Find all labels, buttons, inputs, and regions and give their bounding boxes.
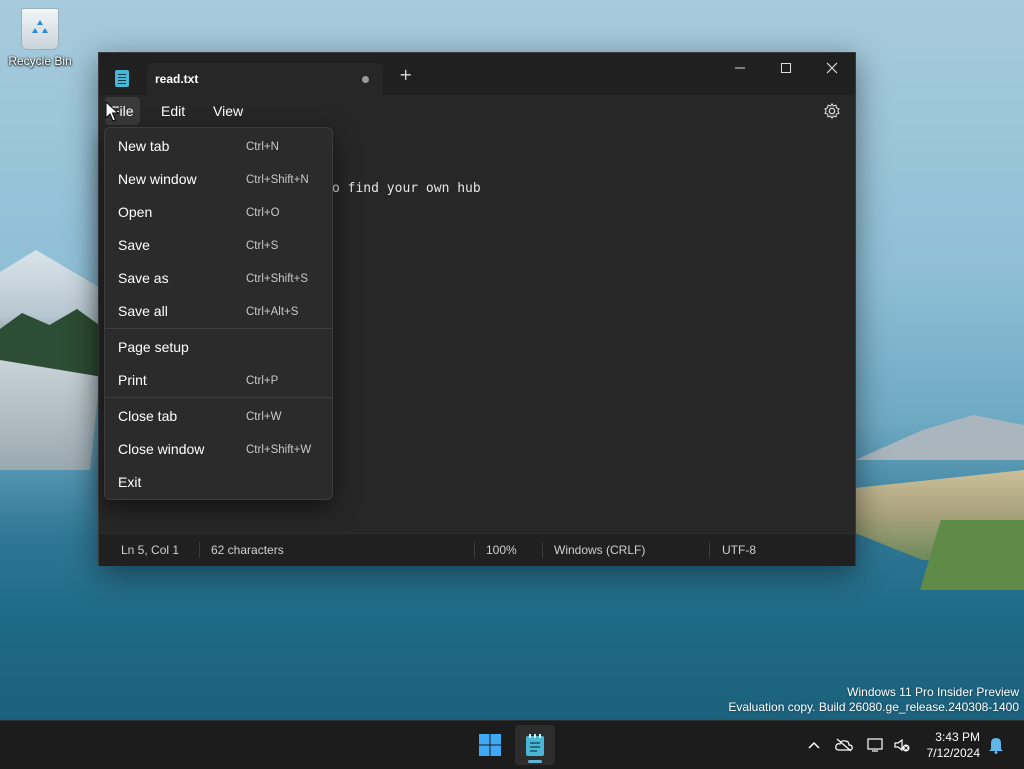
menu-item-label: New window [118, 171, 197, 187]
menu-item-close-window[interactable]: Close window Ctrl+Shift+W [105, 433, 332, 466]
menu-item-shortcut: Ctrl+Shift+S [246, 273, 308, 285]
menu-item-label: Open [118, 204, 153, 220]
clock-date: 7/12/2024 [926, 746, 980, 760]
menu-item-label: Close window [118, 441, 205, 457]
start-button[interactable] [470, 725, 510, 765]
menu-item-shortcut: Ctrl+N [246, 141, 279, 153]
menu-item-shortcut: Ctrl+Shift+W [246, 444, 312, 456]
taskbar: 3:43 PM 7/12/2024 [0, 720, 1024, 769]
menu-separator [105, 397, 332, 398]
windows-evaluation-watermark: Windows 11 Pro Insider Preview Evaluatio… [728, 685, 1019, 715]
watermark-line-1: Windows 11 Pro Insider Preview [847, 685, 1019, 699]
menu-item-label: Close tab [118, 408, 178, 424]
editor-visible-text: o find your own hub [332, 181, 481, 196]
show-hidden-icons-chevron-icon[interactable] [804, 735, 824, 755]
network-icon[interactable] [866, 735, 886, 755]
status-cursor-position: Ln 5, Col 1 [121, 543, 180, 557]
windows-logo-icon [479, 734, 501, 756]
tab-read-txt[interactable]: read.txt [147, 63, 383, 95]
menu-item-label: New tab [118, 138, 170, 154]
notepad-icon [526, 734, 544, 756]
file-menu-dropdown: New tab Ctrl+N New window Ctrl+Shift+N O… [104, 127, 333, 500]
menu-item-new-window[interactable]: New window Ctrl+Shift+N [105, 163, 332, 196]
recycle-bin-icon [21, 8, 59, 50]
recycle-bin-desktop-icon[interactable]: Recycle Bin [6, 8, 74, 68]
menu-item-open[interactable]: Open Ctrl+O [105, 196, 332, 229]
recycle-bin-label: Recycle Bin [8, 54, 72, 68]
status-divider [709, 542, 710, 558]
menu-item-shortcut: Ctrl+P [246, 375, 279, 387]
menu-item-label: Save as [118, 270, 169, 286]
volume-muted-icon[interactable] [892, 735, 912, 755]
menu-item-shortcut: Ctrl+W [246, 411, 282, 423]
title-bar[interactable]: read.txt + [99, 53, 855, 95]
taskbar-notepad-button[interactable] [515, 725, 555, 765]
menu-view[interactable]: View [213, 103, 243, 119]
menu-item-label: Save all [118, 303, 168, 319]
status-bar: Ln 5, Col 1 62 characters 100% Windows (… [99, 533, 855, 566]
menu-item-close-tab[interactable]: Close tab Ctrl+W [105, 400, 332, 433]
status-zoom[interactable]: 100% [486, 543, 517, 557]
menu-item-shortcut: Ctrl+Shift+N [246, 174, 309, 186]
status-divider [474, 542, 475, 558]
close-icon [826, 62, 838, 74]
running-indicator [528, 760, 542, 763]
menu-item-new-tab[interactable]: New tab Ctrl+N [105, 130, 332, 163]
minimize-icon [735, 67, 745, 69]
menu-item-label: Exit [118, 474, 142, 490]
notepad-app-icon [115, 70, 129, 87]
menu-item-page-setup[interactable]: Page setup [105, 331, 332, 364]
status-divider [199, 542, 200, 558]
menu-item-exit[interactable]: Exit [105, 466, 332, 499]
menu-item-save-as[interactable]: Save as Ctrl+Shift+S [105, 262, 332, 295]
menu-separator [105, 328, 332, 329]
minimize-button[interactable] [717, 53, 763, 83]
menu-bar: File Edit View [99, 95, 855, 127]
menu-item-label: Save [118, 237, 150, 253]
menu-item-save[interactable]: Save Ctrl+S [105, 229, 332, 262]
menu-item-save-all[interactable]: Save all Ctrl+Alt+S [105, 295, 332, 328]
tab-title: read.txt [155, 72, 199, 86]
maximize-button[interactable] [763, 53, 809, 83]
menu-item-shortcut: Ctrl+Alt+S [246, 306, 299, 318]
close-button[interactable] [809, 53, 855, 83]
menu-item-label: Print [118, 372, 147, 388]
status-divider [542, 542, 543, 558]
mouse-pointer-icon [105, 101, 119, 122]
menu-edit[interactable]: Edit [161, 103, 185, 119]
onedrive-offline-icon[interactable] [834, 735, 854, 755]
maximize-icon [781, 63, 791, 73]
menu-item-shortcut: Ctrl+S [246, 240, 279, 252]
unsaved-changes-dot-icon[interactable] [362, 76, 369, 83]
notification-bell-icon[interactable] [986, 735, 1006, 755]
menu-item-label: Page setup [118, 339, 189, 355]
desktop-wallpaper-rocks-left [0, 360, 100, 470]
desktop-wallpaper-mountain-right [855, 415, 1024, 460]
settings-gear-icon[interactable] [823, 102, 841, 120]
new-tab-plus-icon[interactable]: + [399, 67, 412, 83]
clock-time: 3:43 PM [935, 730, 980, 744]
status-line-ending[interactable]: Windows (CRLF) [554, 543, 645, 557]
menu-item-shortcut: Ctrl+O [246, 207, 280, 219]
taskbar-clock[interactable]: 3:43 PM 7/12/2024 [927, 729, 980, 761]
status-encoding[interactable]: UTF-8 [722, 543, 756, 557]
status-character-count: 62 characters [211, 543, 284, 557]
menu-item-print[interactable]: Print Ctrl+P [105, 364, 332, 397]
watermark-line-2: Evaluation copy. Build 26080.ge_release.… [728, 700, 1019, 714]
